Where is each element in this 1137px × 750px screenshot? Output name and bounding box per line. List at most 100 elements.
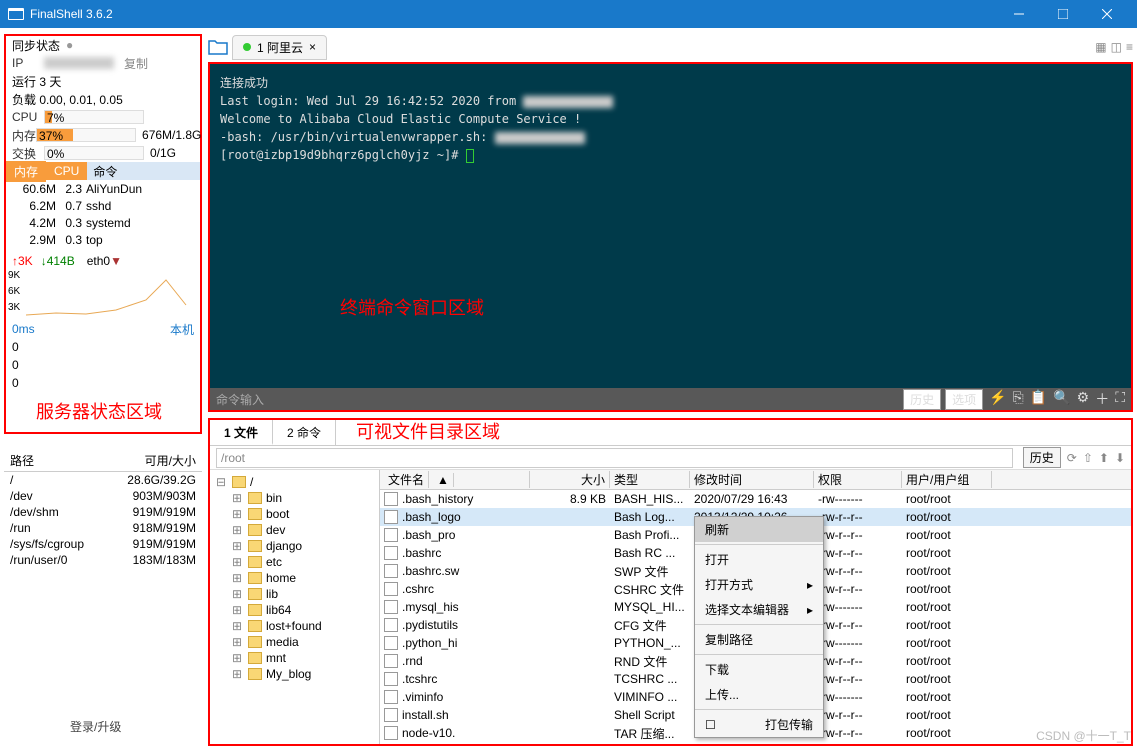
process-row[interactable]: 2.9M0.3top xyxy=(6,231,200,248)
command-input[interactable]: 命令输入 xyxy=(216,391,899,408)
tab-files[interactable]: 1 文件 xyxy=(210,420,273,445)
tree-item[interactable]: ⊞My_blog xyxy=(226,666,379,682)
tree-item[interactable]: ⊞lib64 xyxy=(226,602,379,618)
tree-item[interactable]: ⊞etc xyxy=(226,554,379,570)
upload-icon[interactable]: ⬆ xyxy=(1099,451,1109,465)
split-view-icon[interactable]: ◫ xyxy=(1111,40,1122,54)
disk-row[interactable]: /run/user/0183M/183M xyxy=(4,552,202,568)
copy-button[interactable]: 复制 xyxy=(124,55,148,72)
ping: 0ms xyxy=(12,322,35,336)
login-upgrade[interactable]: 登录/升级 xyxy=(70,718,121,735)
ctx-refresh[interactable]: 刷新 xyxy=(695,517,823,542)
ctx-open-with[interactable]: 打开方式▸ xyxy=(695,572,823,597)
file-icon xyxy=(384,672,398,686)
process-row[interactable]: 4.2M0.3systemd xyxy=(6,214,200,231)
menu-icon[interactable]: ≡ xyxy=(1126,40,1133,54)
search-icon[interactable]: 🔍 xyxy=(1053,389,1070,409)
ctx-copy-path[interactable]: 复制路径 xyxy=(695,627,823,652)
refresh-icon[interactable]: ⟳ xyxy=(1067,451,1077,465)
watermark: CSDN @十一T_T xyxy=(1036,727,1131,744)
bolt-icon[interactable]: ⚡ xyxy=(989,389,1006,409)
file-icon xyxy=(384,492,398,506)
close-button[interactable] xyxy=(1085,0,1129,28)
sidebar-legend: 服务器状态区域 xyxy=(36,398,162,424)
tree-item[interactable]: ⊞boot xyxy=(226,506,379,522)
swap-label: 交换 xyxy=(12,145,44,162)
copy-icon[interactable]: ⎘ xyxy=(1013,389,1024,409)
file-icon xyxy=(384,618,398,632)
path-input[interactable] xyxy=(216,448,1013,468)
paste-icon[interactable]: 📋 xyxy=(1030,389,1047,409)
fullscreen-icon[interactable]: ⛶ xyxy=(1115,389,1125,409)
tree-item[interactable]: ⊞lib xyxy=(226,586,379,602)
disk-row[interactable]: /dev/shm919M/919M xyxy=(4,504,202,520)
tab-commands[interactable]: 2 命令 xyxy=(273,420,336,445)
terminal-line: 连接成功 xyxy=(220,74,1121,92)
plus-icon[interactable]: ＋ xyxy=(1095,389,1109,409)
disk-usage-table: 路径可用/大小 /28.6G/39.2G/dev903M/903M/dev/sh… xyxy=(4,450,202,568)
tree-item[interactable]: ⊞dev xyxy=(226,522,379,538)
ip-label: IP xyxy=(12,56,44,70)
process-row[interactable]: 6.2M0.7sshd xyxy=(6,197,200,214)
ctx-upload[interactable]: 上传... xyxy=(695,682,823,707)
grid-view-icon[interactable]: ▦ xyxy=(1095,40,1106,54)
terminal-footer: 命令输入 历史 选项 ⚡ ⎘ 📋 🔍 ⚙ ＋ ⛶ xyxy=(210,388,1131,410)
file-icon xyxy=(384,564,398,578)
tree-item[interactable]: ⊞lost+found xyxy=(226,618,379,634)
file-icon xyxy=(384,726,398,740)
tree-item[interactable]: ⊞mnt xyxy=(226,650,379,666)
up-icon[interactable]: ⇧ xyxy=(1083,451,1093,465)
file-icon xyxy=(384,636,398,650)
file-icon xyxy=(384,582,398,596)
folder-icon[interactable] xyxy=(208,38,228,56)
file-icon xyxy=(384,690,398,704)
tree-item[interactable]: ⊞home xyxy=(226,570,379,586)
terminal[interactable]: 连接成功Last login: Wed Jul 29 16:42:52 2020… xyxy=(208,62,1133,412)
disk-row[interactable]: /28.6G/39.2G xyxy=(4,472,202,488)
app-icon xyxy=(8,6,24,22)
list-header[interactable]: 文件名 ▲ 大小 类型 修改时间 权限 用户/用户组 xyxy=(380,470,1131,490)
directory-tree[interactable]: ⊟/ ⊞bin⊞boot⊞dev⊞django⊞etc⊞home⊞lib⊞lib… xyxy=(210,470,380,744)
options-button[interactable]: 选项 xyxy=(945,389,983,410)
disk-row[interactable]: /run918M/919M xyxy=(4,520,202,536)
gear-icon[interactable]: ⚙ xyxy=(1077,389,1090,409)
tree-item[interactable]: ⊞media xyxy=(226,634,379,650)
context-menu: 刷新 打开 打开方式▸ 选择文本编辑器▸ 复制路径 下载 上传... ☐打包传输 xyxy=(694,516,824,738)
mem-label: 内存 xyxy=(12,127,36,144)
disk-row[interactable]: /sys/fs/cgroup919M/919M xyxy=(4,536,202,552)
window-title: FinalShell 3.6.2 xyxy=(30,7,997,21)
ctx-open[interactable]: 打开 xyxy=(695,547,823,572)
ctx-pack[interactable]: ☐打包传输 xyxy=(695,712,823,737)
terminal-line: -bash: /usr/bin/virtualenvwrapper.sh: xyxy=(220,128,1121,146)
maximize-button[interactable] xyxy=(1041,0,1085,28)
file-icon xyxy=(384,528,398,542)
net-chart xyxy=(26,270,196,318)
minimize-button[interactable] xyxy=(997,0,1041,28)
server-status-panel: 同步状态● IP复制 运行 3 天 负载 0.00, 0.01, 0.05 CP… xyxy=(4,34,202,434)
close-tab-icon[interactable]: × xyxy=(309,40,316,54)
path-history-button[interactable]: 历史 xyxy=(1023,447,1061,468)
folder-icon xyxy=(232,476,246,488)
cpu-label: CPU xyxy=(12,110,44,124)
ctx-download[interactable]: 下载 xyxy=(695,657,823,682)
history-button[interactable]: 历史 xyxy=(903,389,941,410)
folder-icon xyxy=(248,588,262,600)
disk-row[interactable]: /dev903M/903M xyxy=(4,488,202,504)
net-down: 414B xyxy=(47,254,75,268)
tree-item[interactable]: ⊞django xyxy=(226,538,379,554)
tree-root[interactable]: ⊟/ xyxy=(210,474,379,490)
download-icon[interactable]: ⬇ xyxy=(1115,451,1125,465)
folder-icon xyxy=(248,668,262,680)
tree-item[interactable]: ⊞bin xyxy=(226,490,379,506)
folder-icon xyxy=(248,492,262,504)
load: 负载 0.00, 0.01, 0.05 xyxy=(12,91,123,108)
net-up: 3K xyxy=(18,254,33,268)
tab-aliyun[interactable]: 1 阿里云× xyxy=(232,35,327,60)
process-row[interactable]: 60.6M2.3AliYunDun xyxy=(6,180,200,197)
host-select[interactable]: 本机 xyxy=(170,321,194,338)
iface-select[interactable]: eth0 xyxy=(87,254,110,268)
terminal-line: Welcome to Alibaba Cloud Elastic Compute… xyxy=(220,110,1121,128)
file-row[interactable]: .bash_history8.9 KBBASH_HIS...2020/07/29… xyxy=(380,490,1131,508)
file-icon xyxy=(384,600,398,614)
ctx-editor[interactable]: 选择文本编辑器▸ xyxy=(695,597,823,622)
